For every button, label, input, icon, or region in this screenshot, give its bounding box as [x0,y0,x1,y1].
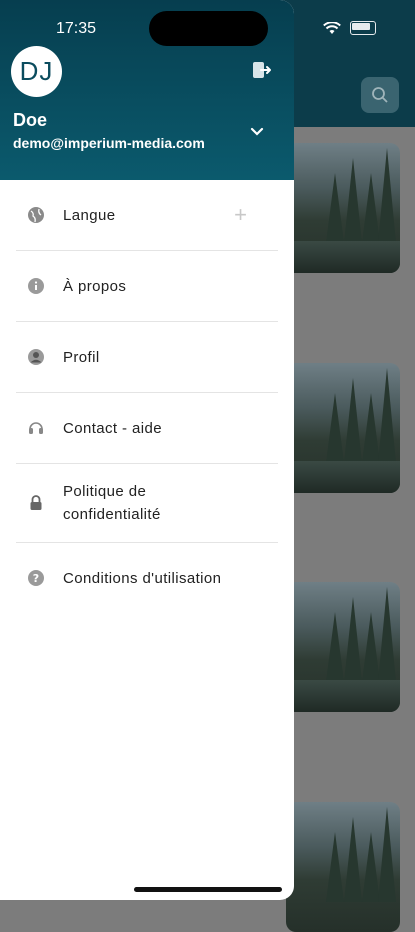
lock-icon [26,493,46,513]
menu-item-label: Conditions d'utilisation [63,569,222,587]
menu-item-label: Politique de confidentialité [63,483,161,523]
menu-item-label: À propos [63,277,127,295]
wifi-icon [323,21,341,34]
menu-item-label: Profil [63,348,100,366]
background-card-image[interactable] [286,802,400,932]
status-time: 17:35 [56,20,97,37]
drawer-menu: Langue + À propos Profil Contact - aide [0,180,294,613]
svg-text:?: ? [33,572,39,585]
background-card-image[interactable] [286,143,400,273]
info-icon [26,276,46,296]
menu-item-politique[interactable]: Politique de confidentialité [16,464,278,543]
user-name: Doe [13,110,48,130]
globe-icon [26,205,46,225]
logout-icon [253,62,271,78]
chevron-down-icon [250,127,264,136]
search-icon [372,87,388,103]
menu-item-contact-aide[interactable]: Contact - aide [16,393,278,464]
avatar[interactable]: DJ [11,46,62,97]
question-icon: ? [26,568,46,588]
home-indicator [134,887,282,892]
dynamic-island [149,11,268,46]
logout-button[interactable] [252,61,272,84]
battery-icon [350,21,376,35]
user-email: demo@imperium-media.com [13,135,205,151]
background-card-image[interactable] [286,363,400,493]
status-icons [323,21,376,35]
menu-item-langue[interactable]: Langue + [16,180,278,251]
background-card-image[interactable] [286,582,400,712]
menu-item-label: Contact - aide [63,419,162,437]
menu-item-label: Langue [63,206,116,224]
menu-item-profil[interactable]: Profil [16,322,278,393]
headset-icon [26,418,46,438]
plus-icon[interactable]: + [234,202,247,228]
navigation-drawer: DJ Doe demo@imperium-media.com Langue + [0,0,294,900]
search-button[interactable] [361,77,399,113]
account-expand-button[interactable] [250,124,264,142]
menu-item-conditions[interactable]: ? Conditions d'utilisation [16,543,278,613]
user-icon [26,347,46,367]
menu-item-a-propos[interactable]: À propos [16,251,278,322]
